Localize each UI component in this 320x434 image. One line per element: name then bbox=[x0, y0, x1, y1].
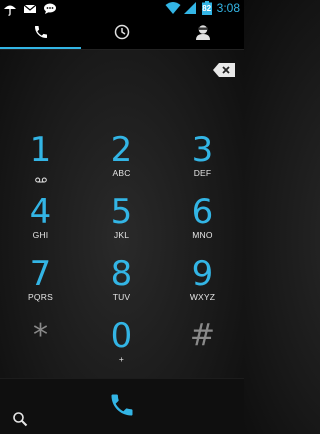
digits-field[interactable] bbox=[0, 50, 244, 120]
key-letters: WXYZ bbox=[189, 292, 216, 302]
signal-icon bbox=[183, 1, 197, 15]
battery-level: 82 bbox=[202, 4, 212, 13]
key-digit: 9 bbox=[191, 254, 214, 294]
contact-icon bbox=[195, 24, 211, 45]
umbrella-icon bbox=[3, 2, 17, 16]
status-bar: 82 3:08 bbox=[0, 0, 244, 18]
wifi-icon bbox=[165, 1, 181, 15]
key-digit: 0 bbox=[110, 316, 133, 356]
key-1[interactable]: 1 bbox=[0, 132, 81, 190]
key-4[interactable]: 4 GHI bbox=[0, 194, 81, 252]
key-digit: 7 bbox=[29, 254, 52, 294]
email-icon bbox=[23, 2, 37, 16]
clock-icon bbox=[114, 24, 130, 45]
call-button[interactable] bbox=[108, 391, 136, 419]
key-0[interactable]: 0 + bbox=[81, 318, 162, 376]
backspace-button[interactable] bbox=[212, 62, 236, 78]
key-letters: JKL bbox=[113, 230, 130, 240]
key-7[interactable]: 7 PQRS bbox=[0, 256, 81, 314]
key-symbol: * bbox=[33, 318, 48, 353]
tab-contacts[interactable] bbox=[163, 18, 244, 50]
key-letters: GHI bbox=[32, 230, 49, 240]
phone-icon bbox=[111, 394, 133, 416]
key-symbol: # bbox=[189, 318, 216, 353]
key-letters: + bbox=[118, 354, 125, 364]
search-button[interactable] bbox=[12, 411, 28, 427]
key-letters: PQRS bbox=[28, 292, 53, 302]
key-digit: 8 bbox=[110, 254, 133, 294]
key-6[interactable]: 6 MNO bbox=[162, 194, 243, 252]
key-letters: DEF bbox=[193, 168, 212, 178]
key-star[interactable]: * bbox=[0, 318, 81, 376]
key-digit: 2 bbox=[110, 130, 133, 170]
tab-bar bbox=[0, 18, 244, 50]
key-digit: 3 bbox=[191, 130, 214, 170]
bottom-action-bar bbox=[0, 378, 244, 434]
battery-icon: 82 bbox=[201, 1, 213, 15]
key-digit: 6 bbox=[191, 192, 214, 232]
voicemail-icon bbox=[34, 170, 47, 188]
key-letters: ABC bbox=[112, 168, 131, 178]
key-digit: 5 bbox=[110, 192, 133, 232]
key-digit: 1 bbox=[29, 130, 52, 170]
key-letters: TUV bbox=[112, 292, 131, 302]
key-hash[interactable]: # bbox=[162, 318, 243, 376]
key-5[interactable]: 5 JKL bbox=[81, 194, 162, 252]
status-clock: 3:08 bbox=[216, 1, 240, 15]
key-8[interactable]: 8 TUV bbox=[81, 256, 162, 314]
chat-icon bbox=[43, 2, 57, 16]
phone-icon bbox=[33, 24, 49, 45]
key-9[interactable]: 9 WXYZ bbox=[162, 256, 243, 314]
tab-call-log[interactable] bbox=[81, 18, 162, 50]
key-2[interactable]: 2 ABC bbox=[81, 132, 162, 190]
key-digit: 4 bbox=[29, 192, 52, 232]
tab-phone[interactable] bbox=[0, 18, 82, 50]
key-3[interactable]: 3 DEF bbox=[162, 132, 243, 190]
key-letters: MNO bbox=[192, 230, 213, 240]
search-icon bbox=[13, 412, 28, 427]
